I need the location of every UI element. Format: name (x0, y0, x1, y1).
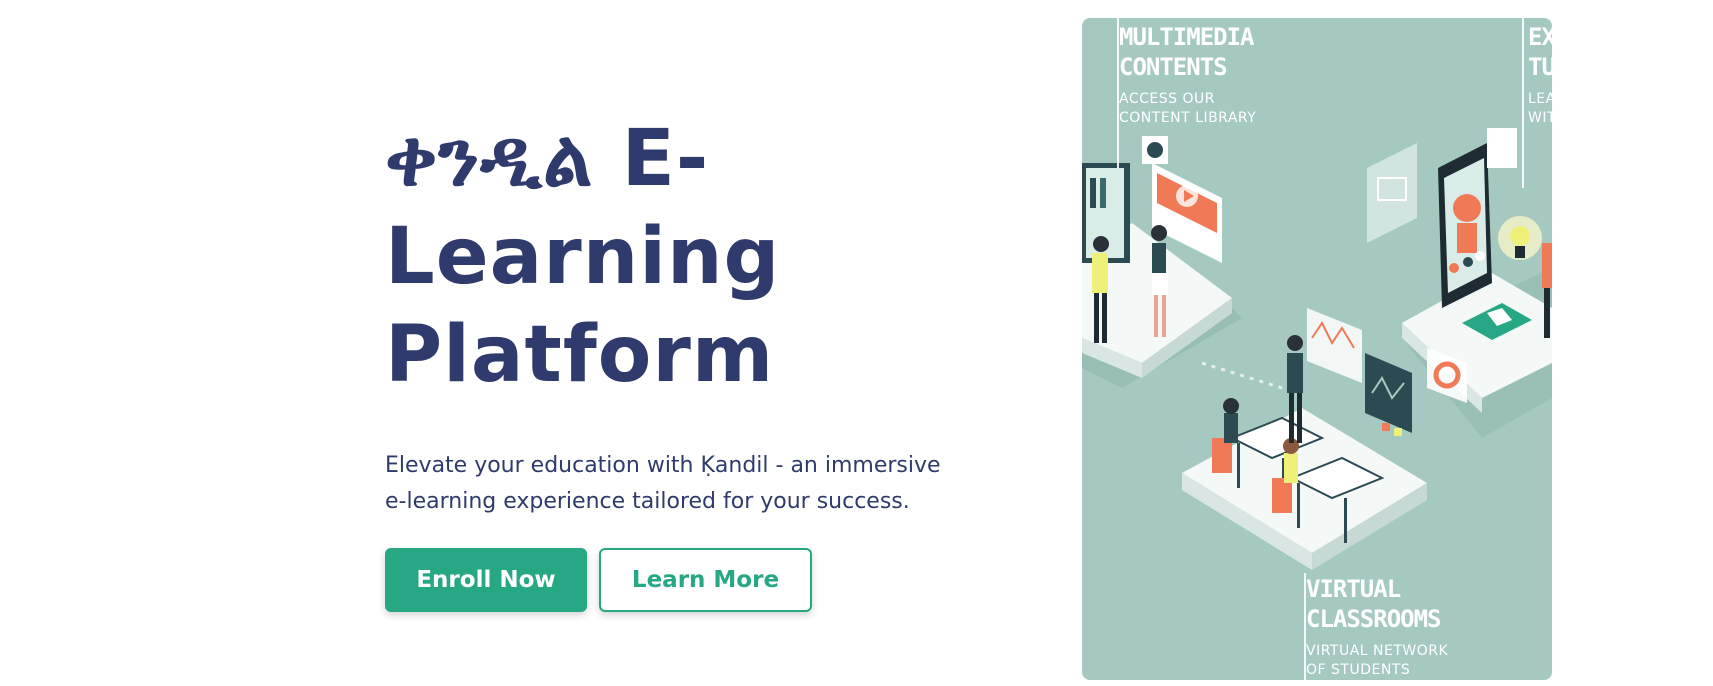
panel-subtext: LEA (1528, 91, 1552, 107)
panel-virtual-classrooms: VIRTUAL CLASSROOMS VIRTUAL NETWORK OF ST… (1306, 574, 1448, 680)
panel-subtext: VIRTUAL NETWORK (1306, 643, 1449, 659)
hero-title-line1: ቀንዲል E- (385, 114, 710, 204)
hero-title-line2: Learning (385, 212, 781, 302)
panel-subtext: OF STUDENTS (1306, 662, 1411, 678)
enroll-now-button[interactable]: Enroll Now (385, 548, 587, 612)
hero-illustration: MULTIMEDIA CONTENTS ACCESS OUR CONTENT L… (1082, 18, 1552, 680)
panel-expert-tutors: EX TU LEA WIT (1528, 22, 1552, 128)
panel-heading: VIRTUAL (1306, 575, 1401, 603)
panel-heading: TU (1528, 53, 1552, 81)
hero-actions: Enroll Now Learn More (385, 548, 985, 612)
panel-heading: MULTIMEDIA (1119, 23, 1255, 51)
panel-subtext: CONTENT LIBRARY (1119, 110, 1257, 126)
panel-subtext: WIT (1528, 110, 1552, 126)
divider-line (1522, 18, 1524, 188)
hero-title-line3: Platform (385, 310, 775, 400)
hero-description: Elevate your education with Ḳandil - an … (385, 453, 941, 514)
learn-more-button[interactable]: Learn More (599, 548, 812, 612)
panel-heading: CLASSROOMS (1306, 605, 1442, 633)
panel-heading: EX (1528, 23, 1552, 51)
panel-heading: CONTENTS (1119, 53, 1228, 81)
panel-multimedia: MULTIMEDIA CONTENTS ACCESS OUR CONTENT L… (1119, 22, 1256, 128)
hero-section: ቀንዲል E- Learning Platform Elevate your e… (385, 110, 985, 612)
hero-title: ቀንዲል E- Learning Platform (385, 110, 985, 404)
panel-subtext: ACCESS OUR (1119, 91, 1215, 107)
